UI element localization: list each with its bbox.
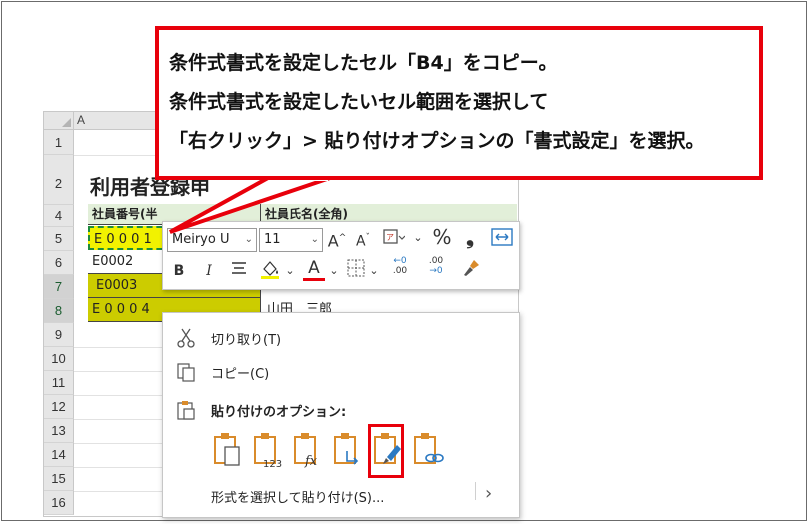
- instruction-callout: 条件式書式を設定したセル「B4」をコピー。 条件式書式を設定したいセル範囲を選択…: [155, 26, 763, 180]
- callout-line-1: 条件式書式を設定したセル「B4」をコピー。: [169, 52, 558, 74]
- row-header-13[interactable]: 13: [44, 419, 74, 443]
- row-header-10[interactable]: 10: [44, 347, 74, 371]
- row-header-14[interactable]: 14: [44, 443, 74, 467]
- paste-special-label: 形式を選択して貼り付け(S)...: [211, 491, 385, 506]
- percent-style-button[interactable]: %: [431, 226, 453, 248]
- grow-font-button[interactable]: A^: [327, 227, 347, 250]
- row-header-2[interactable]: 2: [44, 155, 74, 205]
- menu-item-copy[interactable]: コピー(C): [163, 357, 519, 387]
- chevron-down-icon[interactable]: ⌄: [369, 260, 379, 282]
- paste-formulas-icon[interactable]: fx: [291, 431, 325, 469]
- svg-text:fx: fx: [304, 454, 318, 469]
- row-header-6[interactable]: 6: [44, 251, 74, 275]
- merge-center-icon[interactable]: [489, 228, 515, 250]
- row-header-5[interactable]: 5: [44, 227, 74, 251]
- scissors-icon: [175, 327, 197, 349]
- menu-separator: [475, 482, 476, 500]
- select-all-corner[interactable]: [44, 112, 74, 130]
- borders-icon[interactable]: [345, 259, 367, 281]
- align-center-icon[interactable]: [229, 260, 249, 282]
- row-header-9[interactable]: 9: [44, 323, 74, 347]
- submenu-arrow-icon: ›: [485, 483, 493, 504]
- mini-toolbar: Meiryo U ⌄ 11 ⌄ A^ Aˇ ア ⌄ % ❟ B I ⌄ A ⌄ …: [162, 221, 520, 290]
- shrink-font-button[interactable]: Aˇ: [353, 227, 373, 250]
- row-header-12[interactable]: 12: [44, 395, 74, 419]
- paste-icon[interactable]: [211, 431, 245, 469]
- menu-item-copy-label: コピー(C): [211, 367, 270, 382]
- increase-decimal-button[interactable]: ←0.00: [385, 256, 415, 278]
- paste-options-header: 貼り付けのオプション:: [163, 395, 519, 425]
- font-size-value: 11: [264, 232, 281, 247]
- chevron-down-icon[interactable]: ⌄: [285, 260, 295, 282]
- copy-icon: [175, 361, 197, 383]
- chevron-down-icon[interactable]: ⌄: [329, 260, 339, 282]
- menu-item-paste-special[interactable]: 形式を選択して貼り付け(S)... ›: [163, 481, 519, 511]
- paste-options-label: 貼り付けのオプション:: [211, 405, 347, 420]
- row-header-16[interactable]: 16: [44, 491, 74, 515]
- column-a-header[interactable]: A: [77, 113, 85, 127]
- row-header-7[interactable]: 7: [44, 275, 74, 299]
- phonetic-icon[interactable]: ア: [381, 227, 407, 249]
- font-name-value: Meiryo U: [172, 232, 230, 247]
- format-painter-icon[interactable]: [459, 258, 483, 280]
- comma-style-button[interactable]: ❟: [461, 226, 479, 248]
- callout-line-3: 「右クリック」> 貼り付けオプションの「書式設定」を選択。: [169, 130, 705, 152]
- italic-button[interactable]: I: [201, 260, 217, 282]
- clipboard-icon: [175, 399, 197, 421]
- menu-item-cut-label: 切り取り(T): [211, 333, 282, 348]
- context-menu: 切り取り(T) コピー(C) 貼り付けのオプション: 123 fx 形式を選択し…: [162, 312, 520, 518]
- paste-formatting-highlight: [368, 424, 404, 478]
- svg-text:123: 123: [263, 459, 282, 469]
- row-header-1[interactable]: 1: [44, 130, 74, 155]
- font-color-button[interactable]: A: [303, 258, 325, 281]
- chevron-down-icon[interactable]: ⌄: [413, 227, 423, 249]
- chevron-down-icon[interactable]: ⌄: [311, 229, 319, 251]
- fill-color-icon[interactable]: [257, 258, 283, 280]
- paste-transpose-icon[interactable]: [331, 431, 365, 469]
- row-header-11[interactable]: 11: [44, 371, 74, 395]
- row-header-8[interactable]: 8: [44, 299, 74, 323]
- bold-button[interactable]: B: [171, 260, 187, 282]
- decrease-decimal-button[interactable]: .00 →0: [421, 256, 451, 278]
- row-header-15[interactable]: 15: [44, 467, 74, 491]
- chevron-down-icon[interactable]: ⌄: [245, 229, 253, 251]
- callout-line-2: 条件式書式を設定したいセル範囲を選択して: [169, 91, 549, 113]
- paste-link-icon[interactable]: [411, 431, 445, 469]
- paste-values-icon[interactable]: 123: [251, 431, 285, 470]
- row-header-4[interactable]: 4: [44, 205, 74, 227]
- font-name-combo[interactable]: Meiryo U ⌄: [167, 228, 257, 252]
- font-size-combo[interactable]: 11 ⌄: [259, 228, 323, 252]
- svg-text:ア: ア: [386, 233, 394, 242]
- menu-item-cut[interactable]: 切り取り(T): [163, 323, 519, 353]
